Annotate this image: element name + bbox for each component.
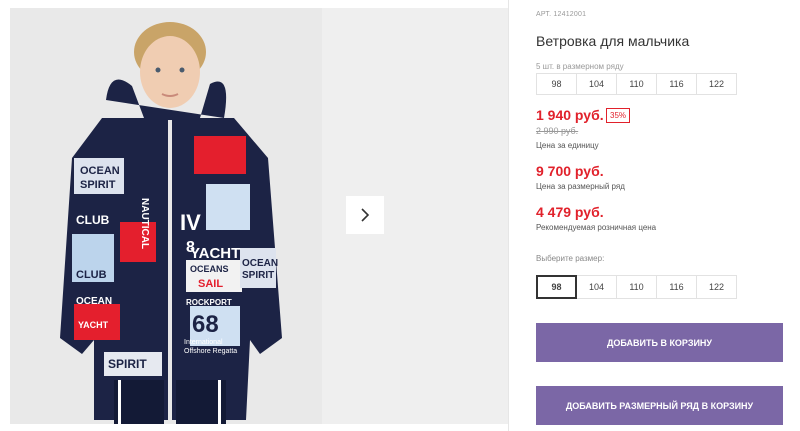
size-option-104[interactable]: 104	[576, 275, 617, 299]
boy-in-jacket-image: OCEAN SPIRIT NAUTICAL CLUB YACHT OCEANS …	[10, 8, 322, 424]
print-word: OCEAN	[242, 258, 278, 269]
print-word: SAIL	[198, 278, 223, 290]
next-image-button[interactable]	[346, 196, 384, 234]
product-photo: OCEAN SPIRIT NAUTICAL CLUB YACHT OCEANS …	[10, 8, 322, 424]
print-word: CLUB	[76, 213, 110, 227]
size-option-122[interactable]: 122	[696, 275, 737, 299]
print-word: 8	[186, 239, 195, 256]
size-row-item: 104	[576, 73, 617, 95]
print-word: OCEAN	[76, 296, 112, 307]
size-row-item: 110	[616, 73, 657, 95]
print-word: YACHT	[190, 245, 240, 262]
unit-price: 1 940 руб.	[536, 107, 604, 123]
unit-price-caption: Цена за единицу	[536, 141, 599, 150]
size-row-item: 98	[536, 73, 577, 95]
print-word: CLUB	[76, 269, 107, 281]
print-word: OCEAN	[80, 165, 120, 177]
print-word: IV	[180, 210, 201, 235]
print-word: Offshore Regatta	[184, 348, 237, 355]
row-price: 9 700 руб.	[536, 163, 604, 179]
print-word: OCEANS	[190, 264, 229, 274]
size-row: 98 104 110 116 122	[536, 73, 737, 95]
size-row-item: 116	[656, 73, 697, 95]
size-row-item: 122	[696, 73, 737, 95]
print-word: NAUTICAL	[139, 198, 150, 249]
divider	[508, 0, 509, 431]
size-option-98[interactable]: 98	[536, 275, 577, 299]
print-word: SPIRIT	[80, 179, 116, 191]
product-title: Ветровка для мальчика	[536, 33, 690, 49]
choose-size-caption: Выберите размер:	[536, 254, 605, 263]
discount-badge: 35%	[606, 108, 631, 123]
product-gallery: OCEAN SPIRIT NAUTICAL CLUB YACHT OCEANS …	[0, 0, 508, 431]
product-article: АРТ. 12412001	[536, 11, 587, 18]
add-size-row-to-cart-button[interactable]: ДОБАВИТЬ РАЗМЕРНЫЙ РЯД В КОРЗИНУ	[536, 386, 783, 425]
add-to-cart-button[interactable]: ДОБАВИТЬ В КОРЗИНУ	[536, 323, 783, 362]
size-selector: 98 104 110 116 122	[536, 275, 737, 299]
size-row-caption: 5 шт. в размерном ряду	[536, 62, 624, 71]
size-option-110[interactable]: 110	[616, 275, 657, 299]
print-word: International	[184, 339, 223, 346]
print-word: SPIRIT	[108, 357, 147, 371]
size-option-116[interactable]: 116	[656, 275, 697, 299]
print-word: YACHT	[78, 320, 109, 330]
retail-price-caption: Рекомендуемая розничная цена	[536, 223, 657, 232]
print-word: 68	[192, 311, 219, 338]
old-price: 2 990 руб.	[536, 126, 579, 136]
print-word: SPIRIT	[242, 270, 274, 281]
print-word: ROCKPORT	[186, 298, 232, 307]
chevron-right-icon	[361, 208, 370, 222]
retail-price: 4 479 руб.	[536, 204, 604, 220]
row-price-caption: Цена за размерный ряд	[536, 182, 625, 191]
